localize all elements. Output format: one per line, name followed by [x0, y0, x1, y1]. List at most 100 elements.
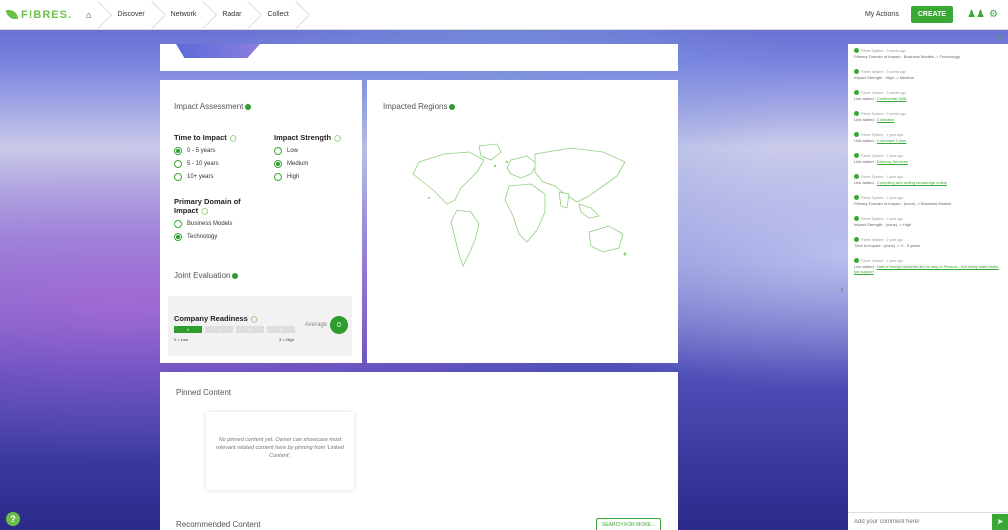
radio-selected[interactable] [174, 233, 182, 241]
close-icon[interactable]: ✕ [996, 34, 1002, 42]
asia [534, 147, 626, 203]
help-button[interactable]: ? [6, 512, 20, 526]
activity-meta: Fibres System · 3 weeks ago [854, 90, 1002, 95]
time-to-impact-title: Time to Impact [174, 133, 227, 142]
search-for-more-button[interactable]: SEARCH FOR MORE... [596, 518, 662, 530]
gear-icon[interactable]: ⚙ [989, 9, 998, 20]
africa [504, 183, 546, 243]
domain-option-technology[interactable]: Technology [174, 233, 348, 241]
option-label: 0 - 5 years [187, 148, 216, 154]
users-icon[interactable]: ♟♟ [967, 9, 985, 20]
activity-author: Fibres System · 1 year ago [861, 132, 904, 137]
scale-step-3[interactable]: 3 [267, 326, 295, 333]
strength-option-low[interactable]: Low [274, 147, 341, 155]
activity-text: Primary Domain of Impact : (none) -> Bus… [854, 201, 1002, 206]
company-readiness-box: Company Readiness ◯ 0 1 2 3 0 = Low 3 = H… [168, 296, 352, 356]
activity-author: Fibres System · 1 year ago [861, 258, 904, 263]
scale-step-1[interactable]: 1 [205, 326, 233, 333]
activity-link[interactable]: Continental Shift [877, 96, 906, 101]
create-button[interactable]: CREATE [910, 6, 954, 23]
activity-author: Fibres System · 1 year ago [861, 195, 904, 200]
activity-text: Impact Strength : High -> Medium [854, 75, 1002, 80]
greenland [478, 143, 502, 161]
activity-text: Impact Strength : (none) -> High [854, 222, 1002, 227]
world-map[interactable] [399, 142, 639, 282]
lightbulb-icon[interactable]: ◯ [230, 136, 237, 142]
activity-text: Time to Impact : (none) -> 0 - 5 years [854, 243, 1002, 248]
avatar [854, 132, 859, 137]
company-readiness-title: Company Readiness [174, 314, 248, 323]
scale-step-0[interactable]: 0 [174, 326, 202, 333]
scale-low-legend: 0 = Low [174, 337, 189, 342]
pinned-empty-message: No pinned content yet. Owner can showcas… [206, 412, 354, 490]
activity-link[interactable]: Corporate Crime [877, 138, 907, 143]
activity-sidebar: › Fibres System · 3 weeks ago Primary Dom… [840, 44, 1008, 530]
activity-text: Link added : Collection [854, 117, 1002, 122]
avatar [854, 111, 859, 116]
home-icon: ⌂ [86, 9, 92, 20]
impacted-regions-title: Impacted Regions [383, 102, 448, 111]
time-option-0-5[interactable]: 0 - 5 years [174, 147, 274, 155]
top-navigation-bar: F!BRES. ⌂ Discover Network Radar Collect… [0, 0, 1008, 30]
lightbulb-icon[interactable]: ◯ [334, 136, 341, 142]
option-label: 10+ years [187, 174, 214, 180]
impact-assessment-heading: Impact Assessment [174, 102, 348, 111]
home-button[interactable]: ⌂ [72, 0, 103, 30]
send-button[interactable]: ➤ [992, 513, 1008, 530]
europe [506, 155, 538, 179]
activity-meta: Fibres System · 1 year ago [854, 237, 1002, 242]
primary-domain-group: Primary Domain of Impact ◯ Business Models… [174, 197, 348, 241]
activity-link[interactable]: Compiling and selling knowledge online [877, 180, 947, 185]
strength-option-medium[interactable]: Medium [274, 160, 341, 168]
activity-author: Fibres System · 1 year ago [861, 153, 904, 158]
radio-selected[interactable] [274, 160, 282, 168]
radio[interactable] [274, 173, 282, 181]
info-icon[interactable] [232, 272, 239, 279]
avatar [854, 237, 859, 242]
radio[interactable] [174, 160, 182, 168]
activity-link[interactable]: Collection [877, 117, 895, 122]
activity-description: Time to Impact : (none) -> 0 - 5 years [854, 243, 920, 248]
activity-description: Link added : [854, 117, 877, 122]
radio[interactable] [274, 147, 282, 155]
impact-assessment-card: Impact Assessment Time to Impact ◯ 0 - 5 … [160, 80, 362, 363]
logo[interactable]: F!BRES. [0, 9, 72, 21]
info-icon[interactable] [449, 103, 456, 110]
activity-item: Fibres System · 1 year ago Link added : C… [854, 132, 1002, 143]
avatar [854, 48, 859, 53]
activity-description: Link added : [854, 159, 877, 164]
comment-input[interactable] [848, 513, 992, 530]
activity-text: Primary Domain of Impact : Business Mode… [854, 54, 1002, 59]
lightbulb-icon[interactable]: ◯ [201, 209, 208, 215]
strength-option-high[interactable]: High [274, 173, 341, 181]
comment-bar: ➤ [848, 512, 1008, 530]
radio[interactable] [174, 173, 182, 181]
activity-item: Fibres System · 1 year ago Link added : D… [854, 153, 1002, 164]
time-option-5-10[interactable]: 5 - 10 years [174, 160, 274, 168]
time-to-impact-label: Time to Impact ◯ [174, 133, 274, 142]
domain-option-business-models[interactable]: Business Models [174, 220, 348, 228]
activity-description: Link added : [854, 96, 877, 101]
my-actions-link[interactable]: My Actions [865, 11, 899, 18]
avatar [854, 90, 859, 95]
avatar [854, 258, 859, 263]
joint-evaluation-heading: Joint Evaluation [174, 271, 348, 280]
australia [588, 225, 624, 253]
activity-author: Fibres System · 1 year ago [861, 216, 904, 221]
collapse-chevron-icon[interactable]: › [840, 284, 843, 295]
activity-meta: Fibres System · 1 year ago [854, 216, 1002, 221]
lightbulb-icon[interactable]: ◯ [251, 317, 258, 323]
info-icon[interactable] [245, 103, 252, 110]
average-label: Average [304, 322, 327, 328]
scale-step-2[interactable]: 2 [236, 326, 264, 333]
pinned-content-heading: Pinned Content [176, 388, 232, 397]
activity-feed: Fibres System · 3 weeks ago Primary Domai… [848, 44, 1008, 499]
activity-item: Fibres System · 1 year ago Link added : H… [854, 258, 1002, 274]
activity-link[interactable]: Delivery Services [877, 159, 908, 164]
time-option-10-plus[interactable]: 10+ years [174, 173, 274, 181]
radio-selected[interactable] [174, 147, 182, 155]
impact-assessment-title: Impact Assessment [174, 102, 244, 111]
activity-author: Fibres System · 1 year ago [861, 237, 904, 242]
activity-author: Fibres System · 3 weeks ago [861, 111, 907, 116]
radio[interactable] [174, 220, 182, 228]
